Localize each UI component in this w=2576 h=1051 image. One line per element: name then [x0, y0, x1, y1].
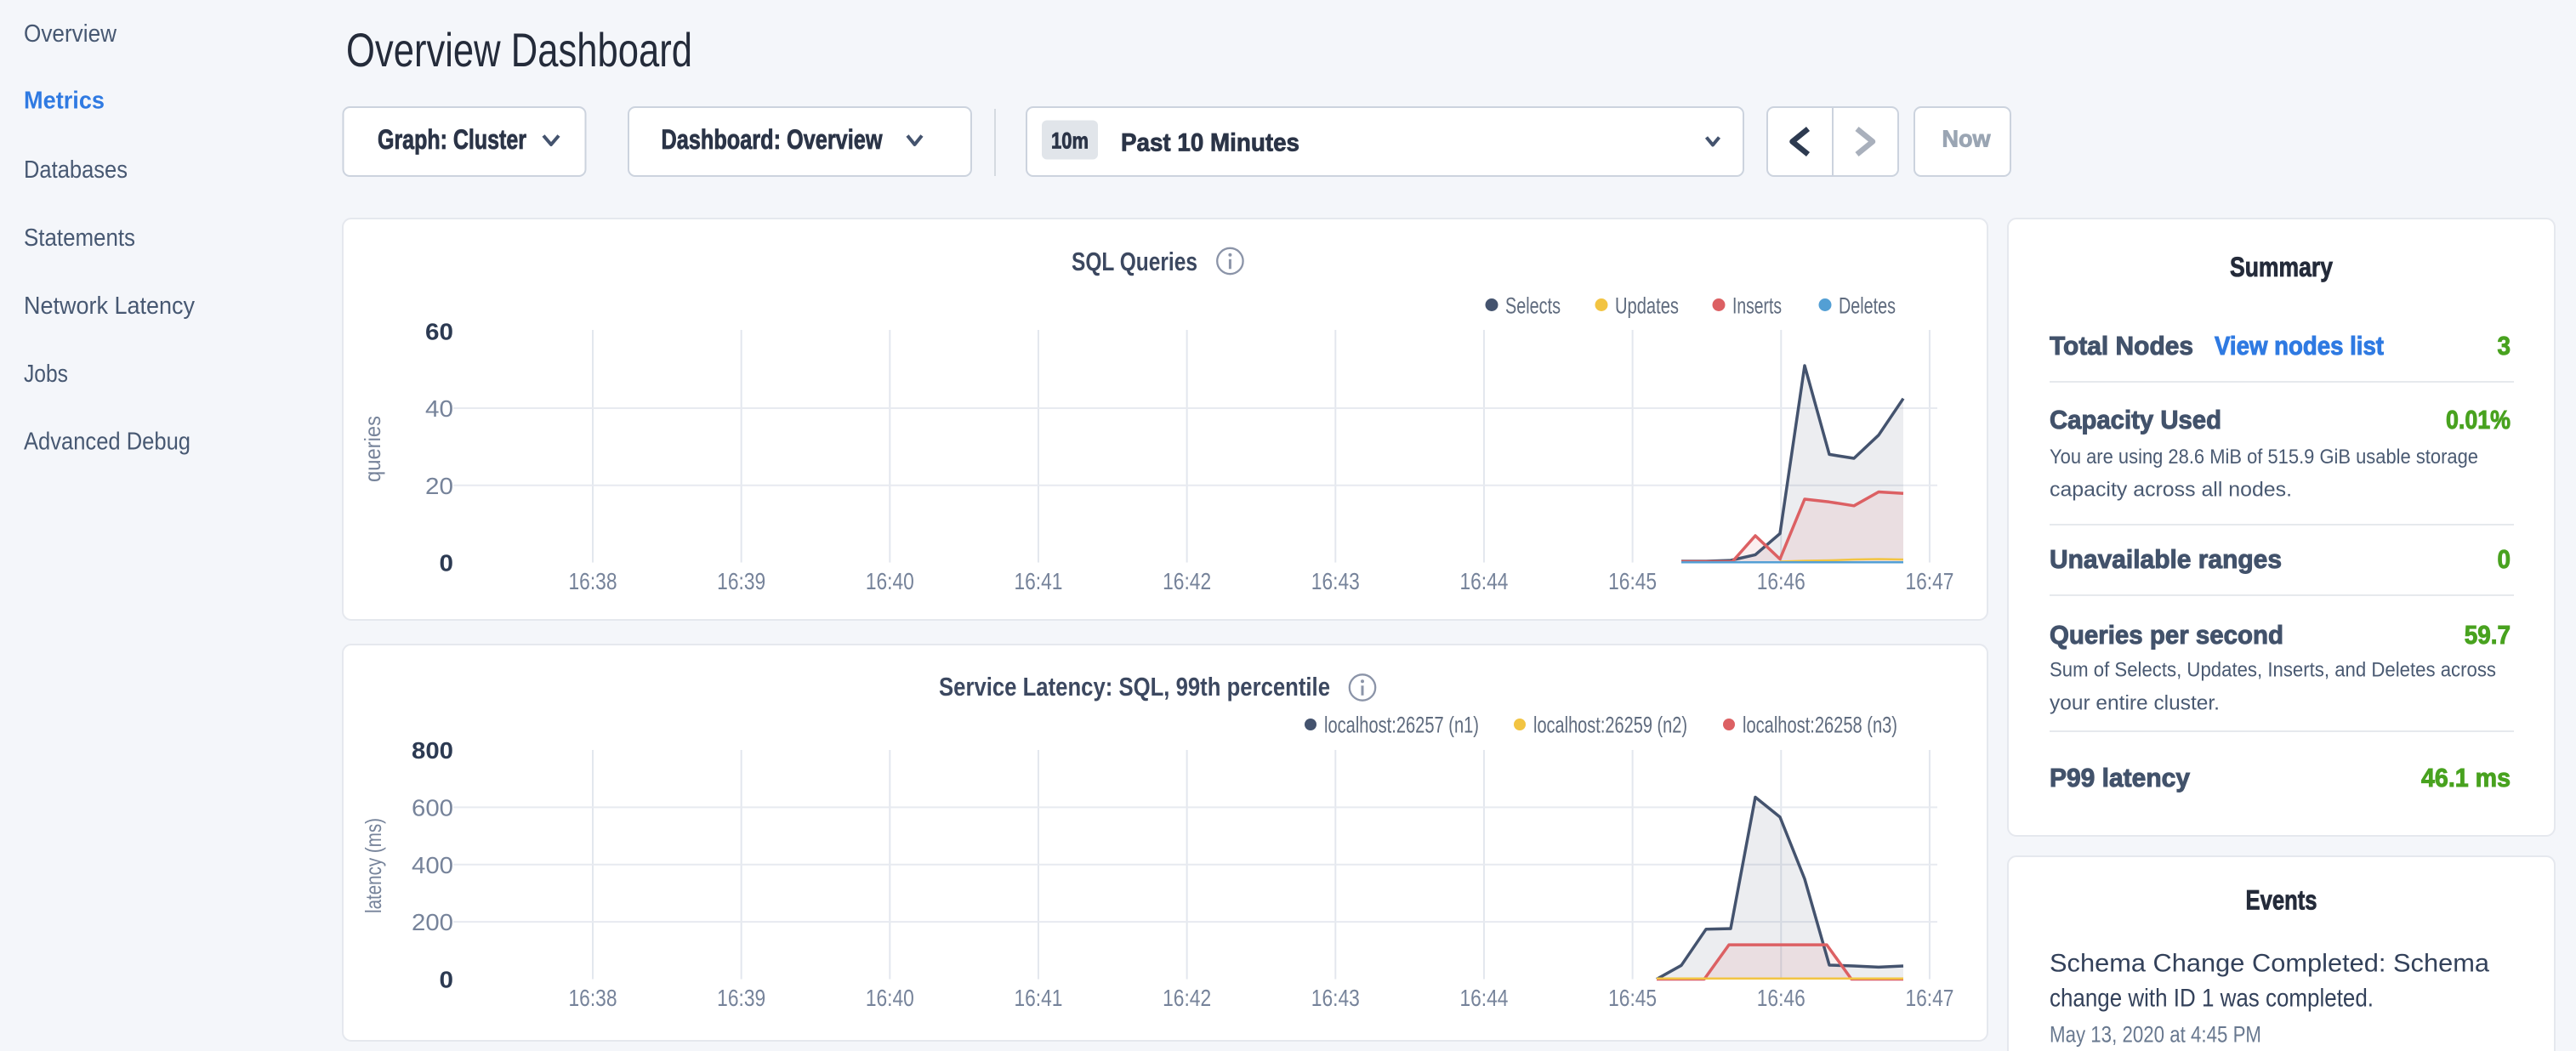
svg-text:16:43: 16:43 — [1311, 568, 1360, 594]
svg-text:16:46: 16:46 — [1757, 985, 1805, 1011]
svg-text:Now: Now — [1942, 126, 1992, 152]
svg-text:queries: queries — [360, 416, 385, 482]
svg-text:46.1 ms: 46.1 ms — [2421, 763, 2511, 793]
svg-text:localhost:26257 (n1): localhost:26257 (n1) — [1324, 712, 1479, 737]
svg-text:16:40: 16:40 — [866, 985, 914, 1011]
svg-text:60: 60 — [425, 318, 453, 344]
svg-text:latency (ms): latency (ms) — [361, 818, 386, 913]
svg-text:Jobs: Jobs — [24, 361, 68, 388]
svg-text:16:40: 16:40 — [866, 568, 914, 594]
svg-text:16:44: 16:44 — [1459, 568, 1508, 594]
svg-text:Past 10 Minutes: Past 10 Minutes — [1121, 128, 1299, 156]
svg-text:Queries per second: Queries per second — [2050, 620, 2283, 650]
svg-text:Capacity Used: Capacity Used — [2050, 405, 2221, 435]
svg-text:59.7: 59.7 — [2465, 620, 2511, 650]
svg-text:SQL Queries: SQL Queries — [1072, 247, 1197, 276]
svg-text:Service Latency: SQL, 99th per: Service Latency: SQL, 99th percentile — [939, 672, 1330, 702]
svg-text:localhost:26259 (n2): localhost:26259 (n2) — [1533, 712, 1687, 737]
svg-text:0.01%: 0.01% — [2446, 405, 2511, 435]
svg-text:16:39: 16:39 — [717, 568, 765, 594]
svg-text:16:46: 16:46 — [1757, 568, 1805, 594]
svg-text:0: 0 — [440, 967, 454, 993]
svg-text:10m: 10m — [1051, 128, 1089, 153]
svg-text:16:42: 16:42 — [1163, 568, 1211, 594]
svg-text:Metrics: Metrics — [24, 87, 105, 114]
svg-text:Dashboard: Overview: Dashboard: Overview — [662, 124, 883, 155]
svg-text:16:47: 16:47 — [1905, 568, 1953, 594]
svg-text:Updates: Updates — [1615, 293, 1679, 318]
svg-text:change with ID 1 was completed: change with ID 1 was completed. — [2050, 984, 2374, 1012]
svg-text:Deletes: Deletes — [1839, 293, 1896, 318]
svg-text:Advanced Debug: Advanced Debug — [24, 428, 190, 455]
svg-text:40: 40 — [425, 395, 453, 422]
svg-text:localhost:26258 (n3): localhost:26258 (n3) — [1743, 712, 1897, 737]
svg-text:capacity across all nodes.: capacity across all nodes. — [2050, 479, 2292, 502]
svg-text:Total Nodes: Total Nodes — [2050, 331, 2193, 361]
svg-text:P99 latency: P99 latency — [2050, 763, 2191, 793]
svg-text:Overview Dashboard: Overview Dashboard — [346, 23, 692, 77]
svg-text:Sum of Selects, Updates, Inser: Sum of Selects, Updates, Inserts, and De… — [2050, 659, 2496, 682]
svg-text:Selects: Selects — [1505, 293, 1561, 318]
svg-text:Network Latency: Network Latency — [24, 293, 195, 320]
svg-text:400: 400 — [412, 852, 453, 878]
svg-text:200: 200 — [412, 909, 453, 935]
svg-text:16:38: 16:38 — [569, 985, 617, 1011]
svg-text:Summary: Summary — [2230, 252, 2333, 282]
svg-text:0: 0 — [2498, 544, 2511, 574]
svg-text:You are using 28.6 MiB of 515.: You are using 28.6 MiB of 515.9 GiB usab… — [2050, 446, 2478, 469]
svg-text:Events: Events — [2246, 884, 2317, 915]
svg-text:16:41: 16:41 — [1014, 985, 1062, 1011]
svg-text:Unavailable ranges: Unavailable ranges — [2050, 544, 2282, 574]
svg-text:Databases: Databases — [24, 156, 128, 184]
svg-text:0: 0 — [440, 550, 454, 577]
svg-text:View nodes list: View nodes list — [2215, 331, 2384, 361]
svg-text:20: 20 — [425, 473, 453, 499]
svg-text:16:45: 16:45 — [1608, 568, 1657, 594]
svg-text:Graph: Cluster: Graph: Cluster — [378, 124, 526, 155]
svg-text:Inserts: Inserts — [1732, 293, 1782, 318]
svg-text:Overview: Overview — [24, 20, 117, 48]
svg-text:your entire cluster.: your entire cluster. — [2050, 692, 2220, 715]
svg-text:16:44: 16:44 — [1459, 985, 1508, 1011]
svg-text:600: 600 — [412, 794, 453, 821]
svg-text:16:38: 16:38 — [569, 568, 617, 594]
svg-text:16:43: 16:43 — [1311, 985, 1360, 1011]
svg-text:16:41: 16:41 — [1014, 568, 1062, 594]
svg-text:16:39: 16:39 — [717, 985, 765, 1011]
svg-text:800: 800 — [412, 737, 453, 764]
svg-text:May 13, 2020 at 4:45 PM: May 13, 2020 at 4:45 PM — [2050, 1021, 2261, 1047]
svg-text:16:47: 16:47 — [1905, 985, 1953, 1011]
svg-text:Schema Change Completed: Schem: Schema Change Completed: Schema — [2050, 949, 2489, 977]
svg-text:Statements: Statements — [24, 224, 135, 252]
svg-text:16:42: 16:42 — [1163, 985, 1211, 1011]
svg-text:3: 3 — [2498, 331, 2511, 361]
svg-text:16:45: 16:45 — [1608, 985, 1657, 1011]
